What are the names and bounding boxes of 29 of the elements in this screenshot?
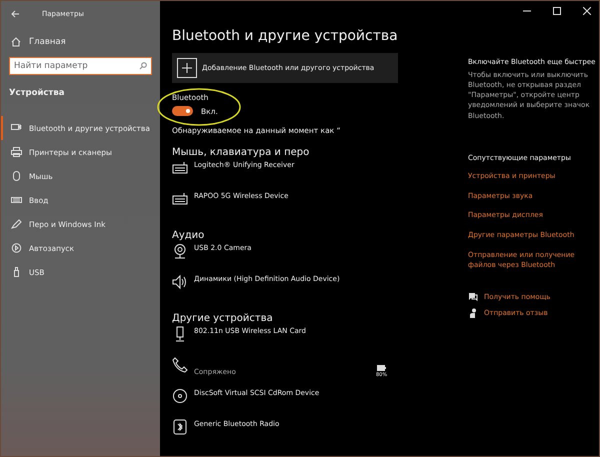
group-heading: Мышь, клавиатура и перо xyxy=(172,147,310,158)
home-item[interactable]: Главная xyxy=(1,27,160,53)
disc-icon xyxy=(172,388,188,404)
page-title: Bluetooth и другие устройства xyxy=(172,28,399,44)
back-arrow-icon[interactable] xyxy=(11,10,20,18)
section-heading: Устройства xyxy=(8,87,66,100)
speaker-icon xyxy=(172,274,188,290)
mouse-icon xyxy=(11,171,22,181)
search-icon xyxy=(139,62,147,70)
camera-icon xyxy=(172,243,188,259)
bluetooth-toggle[interactable] xyxy=(172,106,193,116)
phone-icon xyxy=(172,357,188,373)
battery-icon xyxy=(377,365,386,371)
person-icon xyxy=(468,308,478,318)
printer-icon xyxy=(11,147,22,157)
pen-icon xyxy=(11,219,22,229)
keyboard-icon xyxy=(11,195,22,205)
close-icon[interactable] xyxy=(583,7,591,15)
chat-bubble-icon xyxy=(468,292,478,302)
autoplay-icon xyxy=(11,243,22,253)
keyboard-icon xyxy=(172,191,188,207)
search-field[interactable]: Найти параметр xyxy=(9,57,152,75)
home-icon xyxy=(11,37,21,47)
group-heading: Аудио xyxy=(172,230,206,241)
plus-icon xyxy=(177,58,197,78)
keyboard-icon xyxy=(172,160,188,176)
group-heading: Другие устройства xyxy=(172,313,274,324)
maximize-icon[interactable] xyxy=(553,7,561,15)
usb-icon xyxy=(11,267,22,277)
